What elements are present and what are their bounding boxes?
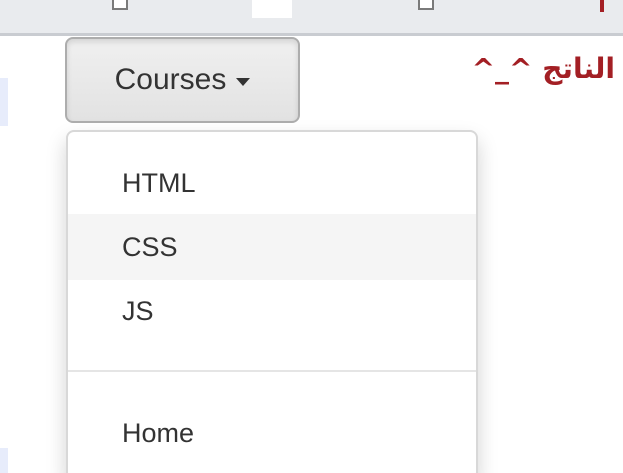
menu-item-label: HTML bbox=[122, 167, 196, 198]
menu-item-label: JS bbox=[122, 295, 154, 326]
menu-item-label: CSS bbox=[122, 231, 178, 262]
page: Courses الناتج ^_^ HTML CSS JS Home bbox=[0, 0, 623, 473]
result-label: الناتج ^_^ bbox=[471, 52, 615, 85]
menu-item-html[interactable]: HTML bbox=[68, 150, 476, 216]
menu-item-css[interactable]: CSS bbox=[68, 214, 476, 280]
checkbox-icon[interactable] bbox=[418, 0, 434, 10]
menu-item-home[interactable]: Home bbox=[68, 400, 476, 466]
accent-mark bbox=[600, 0, 604, 12]
dropdown-menu: HTML CSS JS Home bbox=[66, 130, 478, 473]
caret-down-icon bbox=[236, 77, 251, 86]
left-edge-highlight bbox=[0, 448, 8, 473]
courses-dropdown-label: Courses bbox=[114, 63, 227, 96]
left-edge-highlight bbox=[0, 78, 8, 126]
menu-item-js[interactable]: JS bbox=[68, 278, 476, 344]
top-toolbar-strip bbox=[0, 0, 623, 36]
checkbox-icon[interactable] bbox=[112, 0, 128, 10]
input-field[interactable] bbox=[252, 0, 292, 18]
menu-item-label: Home bbox=[122, 417, 195, 448]
courses-dropdown-button[interactable]: Courses bbox=[65, 37, 300, 123]
menu-divider bbox=[68, 370, 476, 372]
